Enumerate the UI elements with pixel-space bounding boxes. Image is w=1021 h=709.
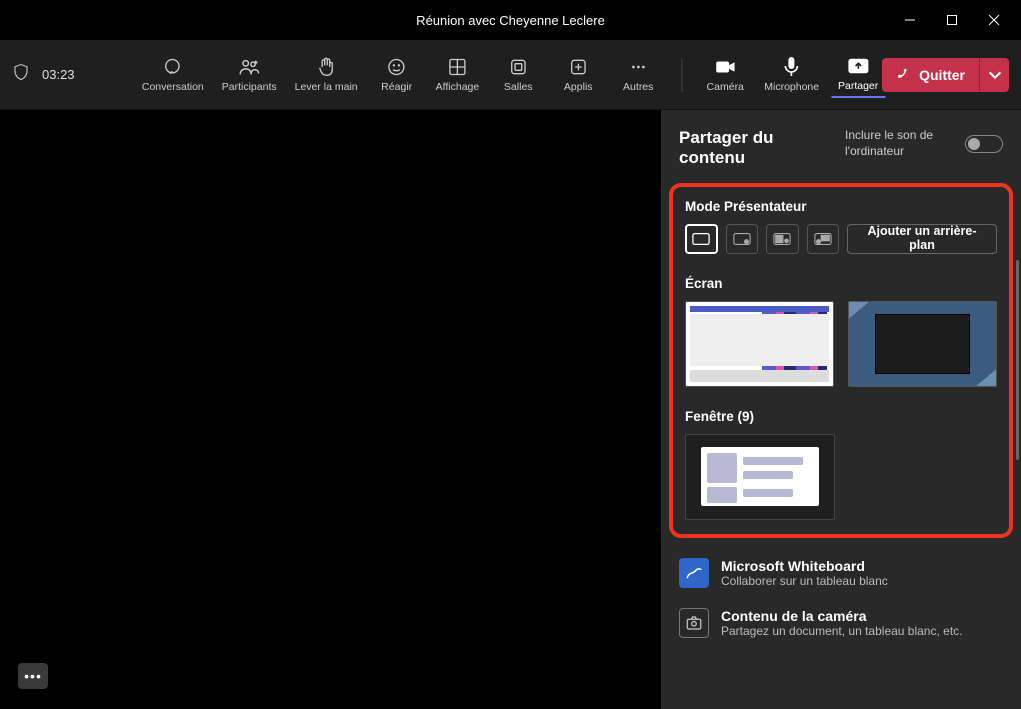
panel-scrollbar[interactable] [1016,260,1019,460]
video-area: ••• [0,110,661,709]
camera-icon [714,56,736,78]
whiteboard-subtitle: Collaborer sur un tableau blanc [721,574,888,588]
plus-square-icon [568,56,588,78]
toolbar-divider [681,58,682,92]
leave-dropdown[interactable] [979,58,1009,92]
camera-button[interactable]: Caméra [698,52,752,97]
titlebar: Réunion avec Cheyenne Leclere [0,0,1021,40]
include-audio-label: Inclure le son de l'ordinateur [845,128,955,159]
hand-icon [317,56,335,78]
share-button[interactable]: Partager [831,51,885,98]
screen-2-thumbnail[interactable] [848,301,997,387]
chat-icon [163,56,183,78]
minimize-button[interactable] [889,1,931,39]
whiteboard-title: Microsoft Whiteboard [721,558,888,574]
raise-hand-button[interactable]: Lever la main [289,52,364,97]
screen-section-title: Écran [685,276,997,291]
presenter-mode-title: Mode Présentateur [685,199,997,214]
whiteboard-option[interactable]: Microsoft Whiteboard Collaborer sur un t… [661,548,1021,598]
maximize-button[interactable] [931,1,973,39]
include-audio-row: Inclure le son de l'ordinateur [845,128,1003,159]
meeting-toolbar: 03:23 Conversation Participants Lever la… [0,40,1021,110]
window-thumbnail[interactable] [685,434,835,520]
view-button[interactable]: Affichage [430,52,486,97]
presenter-mode-content-only[interactable] [685,224,718,254]
hangup-icon [896,67,912,83]
leave-button[interactable]: Quitter [882,58,1009,92]
window-controls [889,1,1015,39]
camera-content-option[interactable]: Contenu de la caméra Partagez un documen… [661,598,1021,648]
apps-button[interactable]: Applis [551,52,605,97]
main-area: ••• Partager du contenu Inclure le son d… [0,110,1021,709]
react-button[interactable]: Réagir [370,52,424,97]
highlighted-share-options: Mode Présentateur Ajouter un arrière-pla… [669,183,1013,538]
window-section-title: Fenêtre (9) [685,409,997,424]
microphone-icon [784,56,800,78]
presenter-mode-standout[interactable] [726,224,758,254]
ellipsis-icon [628,56,648,78]
leave-label: Quitter [919,67,965,83]
floating-more-button[interactable]: ••• [18,663,48,689]
emoji-icon [387,56,407,78]
screen-1-thumbnail[interactable] [685,301,834,387]
rooms-button[interactable]: Salles [491,52,545,97]
microphone-button[interactable]: Microphone [758,52,825,97]
close-button[interactable] [973,1,1015,39]
add-background-button[interactable]: Ajouter un arrière-plan [847,224,997,254]
include-audio-toggle[interactable] [965,135,1003,153]
whiteboard-icon [679,558,709,588]
share-panel-title: Partager du contenu [679,128,809,169]
camera-content-title: Contenu de la caméra [721,608,963,624]
call-timer: 03:23 [42,67,75,82]
share-content-panel: Partager du contenu Inclure le son de l'… [661,110,1021,709]
participants-button[interactable]: Participants [216,52,283,97]
rooms-icon [508,56,528,78]
camera-content-subtitle: Partagez un document, un tableau blanc, … [721,624,963,638]
people-icon [238,56,260,78]
more-button[interactable]: Autres [611,52,665,97]
share-screen-icon [847,55,869,77]
presenter-mode-reporter[interactable] [807,224,839,254]
grid-icon [447,56,467,78]
meeting-title: Réunion avec Cheyenne Leclere [416,13,605,28]
camera-content-icon [679,608,709,638]
presenter-mode-side-by-side[interactable] [766,224,798,254]
shield-icon[interactable] [12,63,30,86]
chevron-down-icon [987,67,1003,83]
conversation-button[interactable]: Conversation [136,52,210,97]
